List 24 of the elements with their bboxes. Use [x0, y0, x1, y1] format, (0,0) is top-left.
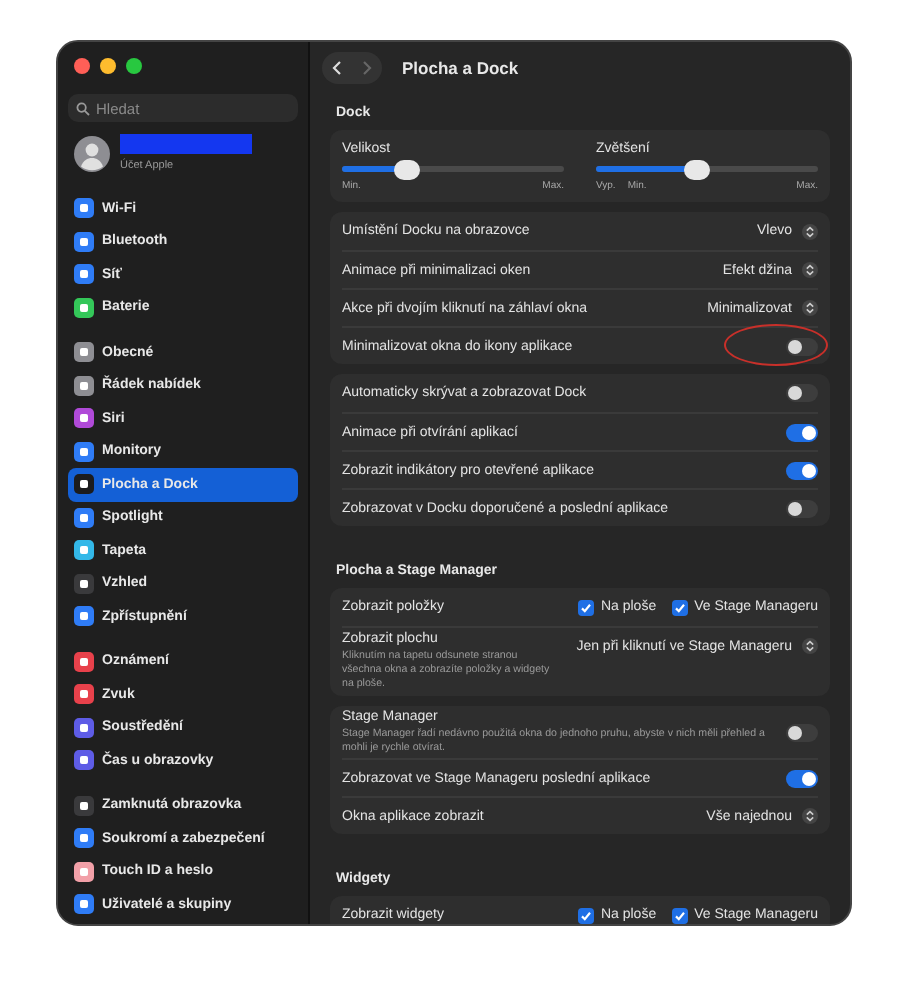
avatar-icon[interactable]: [74, 135, 110, 171]
toggle-switch[interactable]: [786, 499, 818, 517]
toggle-switch[interactable]: [786, 384, 818, 402]
toggle-switch[interactable]: [786, 769, 818, 788]
toggle-switch[interactable]: [786, 461, 818, 479]
toggle-switch[interactable]: [786, 723, 818, 741]
toggle-switch[interactable]: [786, 423, 818, 441]
chevron-icon: [332, 60, 342, 76]
window-title: Plocha a Dock: [402, 58, 519, 78]
stepper-icon: [802, 223, 818, 239]
slider-thumb[interactable]: [394, 159, 421, 179]
stepper-icon: [802, 808, 818, 825]
toggle-switch[interactable]: [786, 337, 818, 355]
stepper-icon: [802, 638, 818, 654]
redaction-bar: [120, 134, 252, 154]
search-icon: [76, 101, 90, 115]
checkmark-icon: [674, 601, 687, 613]
chevron-icon: [362, 60, 372, 76]
stepper-icon: [802, 262, 818, 278]
checkmark-icon: [580, 909, 593, 922]
stepper-icon: [802, 300, 818, 316]
slider-thumb[interactable]: [683, 159, 710, 179]
checkmark-icon: [580, 601, 593, 613]
checkmark-icon: [674, 909, 687, 922]
